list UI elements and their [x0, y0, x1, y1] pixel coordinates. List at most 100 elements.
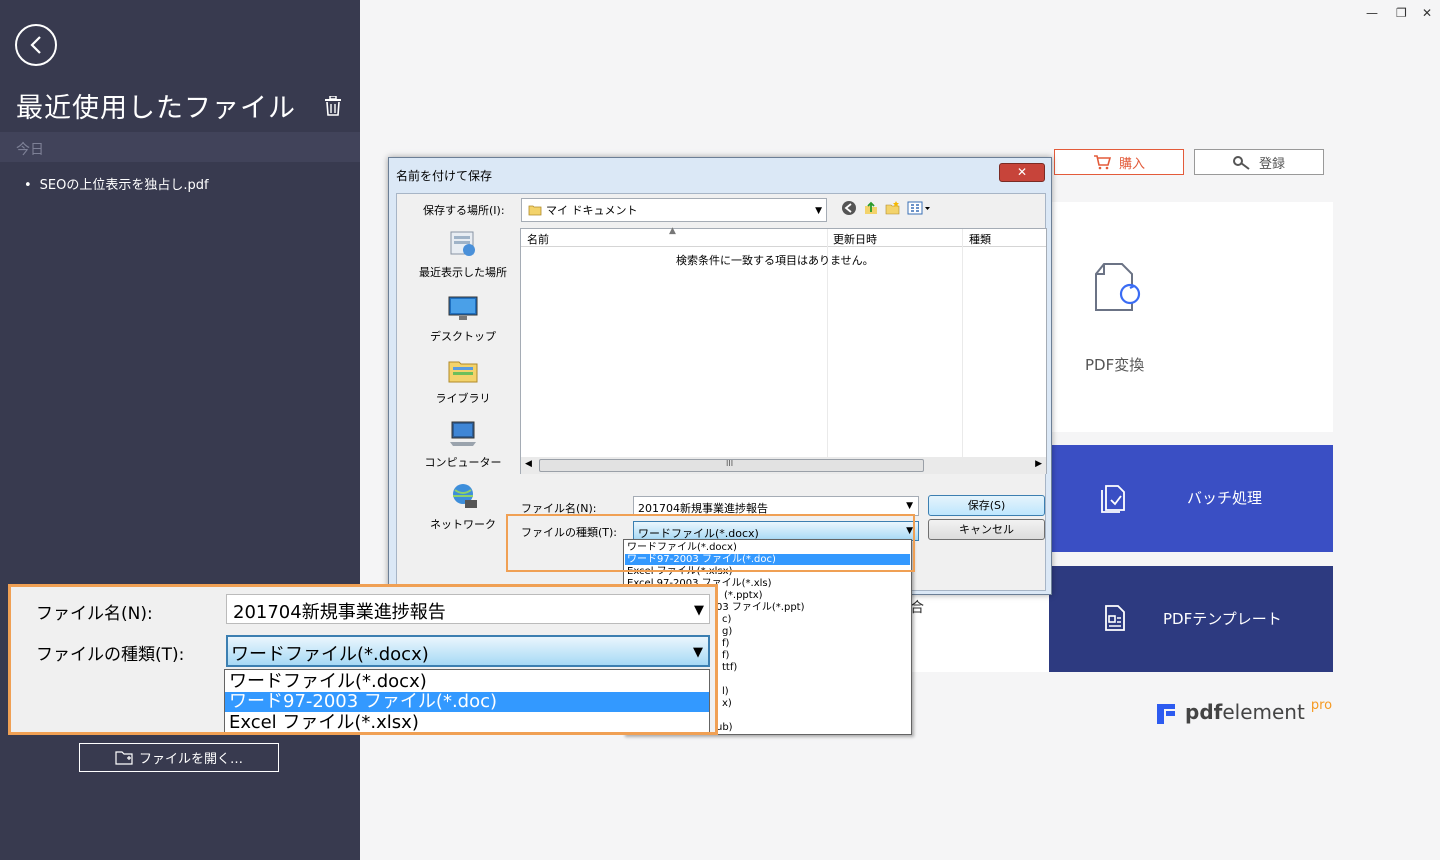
folder-open-icon — [115, 750, 133, 765]
close-icon[interactable]: ✕ — [1422, 6, 1432, 20]
pdf-convert-card[interactable] — [1049, 202, 1333, 432]
chevron-down-icon: ▼ — [815, 206, 822, 216]
place-desktop[interactable]: デスクトップ — [405, 294, 521, 344]
chevron-down-icon[interactable]: ▼ — [694, 603, 704, 618]
chevron-left-icon — [30, 36, 41, 54]
save-location-select[interactable]: マイ ドキュメント ▼ — [521, 198, 827, 222]
convert-icon — [1095, 263, 1141, 311]
empty-message: 検索条件に一致する項目はありません。 — [676, 254, 874, 267]
place-network[interactable]: ネットワーク — [405, 482, 521, 532]
filetype-option[interactable]: (*.pptx) — [724, 590, 763, 601]
zoom-filetype-option-selected[interactable]: ワード97-2003 ファイル(*.doc) — [225, 692, 709, 712]
filetype-option[interactable]: f) — [722, 638, 729, 649]
zoom-filetype-option[interactable]: ワードファイル(*.docx) — [229, 672, 427, 692]
filetype-option[interactable]: x) — [722, 698, 732, 709]
desktop-icon — [448, 296, 478, 320]
save-location-label: 保存する場所(I): — [423, 204, 505, 217]
cart-icon — [1093, 154, 1111, 169]
computer-icon — [450, 421, 476, 446]
section-today-label: 今日 — [16, 142, 44, 158]
login-label: 登録 — [1258, 156, 1285, 172]
place-recent[interactable]: 最近表示した場所 — [405, 230, 521, 280]
filename-input[interactable]: 201704新規事業進捗報告 ▼ — [633, 496, 919, 516]
place-computer-label: コンピューター — [424, 456, 502, 469]
open-file-label: ファイルを開く… — [138, 752, 243, 767]
zoom-filetype-select[interactable]: ワードファイル(*.docx) ▼ — [226, 635, 710, 667]
bullet-icon: • — [24, 178, 32, 193]
zoom-filename-value: 201704新規事業進捗報告 — [233, 602, 446, 623]
up-folder-icon[interactable] — [863, 200, 879, 216]
filetype-option[interactable]: l) — [722, 686, 729, 697]
pdfelement-logo: pdfelement pro — [1157, 698, 1333, 724]
column-name[interactable]: 名前 — [527, 231, 549, 247]
scrollbar-thumb[interactable]: III — [539, 459, 924, 472]
place-recent-label: 最近表示した場所 — [419, 266, 507, 279]
scroll-left-icon[interactable]: ◀ — [525, 459, 532, 469]
scroll-right-icon[interactable]: ▶ — [1035, 459, 1042, 469]
sort-indicator-icon: ▲ — [669, 226, 676, 236]
place-desktop-label: デスクトップ — [430, 330, 496, 343]
zoom-filetype-value: ワードファイル(*.docx) — [231, 644, 429, 665]
file-list-header: 名前 ▲ 更新日時 種類 — [521, 226, 1046, 247]
open-file-button[interactable]: ファイルを開く… — [79, 743, 279, 772]
place-library-label: ライブラリ — [435, 392, 491, 405]
batch-label: バッチ処理 — [1187, 489, 1263, 507]
dialog-close-button[interactable]: ✕ — [999, 163, 1045, 182]
zoom-filetype-label: ファイルの種類(T): — [36, 645, 185, 665]
template-icon — [1105, 605, 1125, 631]
place-network-label: ネットワーク — [430, 518, 496, 531]
buy-button[interactable]: 購入 — [1054, 149, 1184, 175]
dialog-title: 名前を付けて保存 — [396, 169, 493, 183]
column-modified[interactable]: 更新日時 — [833, 231, 877, 247]
zoom-filetype-option[interactable]: Excel ファイル(*.xlsx) — [229, 713, 419, 733]
dialog-toolbar — [841, 200, 931, 216]
key-icon — [1232, 155, 1250, 170]
filetype-option[interactable]: 03 ファイル(*.ppt) — [716, 602, 805, 613]
logo-text: pdfelement — [1185, 700, 1305, 724]
save-location-value: マイ ドキュメント — [546, 204, 638, 217]
place-computer[interactable]: コンピューター — [405, 420, 521, 470]
section-today: 今日 — [0, 132, 360, 162]
zoom-filename-input[interactable]: 201704新規事業進捗報告 ▼ — [226, 594, 710, 624]
save-button[interactable]: 保存(S) — [928, 495, 1045, 516]
folder-icon — [528, 205, 542, 216]
filetype-option[interactable]: c) — [722, 614, 731, 625]
filetype-option[interactable]: ub) — [716, 722, 733, 733]
trash-icon[interactable] — [324, 96, 342, 116]
places-bar: 最近表示した場所 デスクトップ ライブラリ コンピューター ネットワーク — [405, 224, 515, 544]
highlight-box — [506, 514, 915, 572]
sidebar-title: 最近使用したファイル — [16, 93, 296, 124]
new-folder-icon[interactable] — [885, 200, 901, 216]
partial-card-label: 合 — [910, 600, 924, 616]
recent-file-item[interactable]: • SEOの上位表示を独占し.pdf — [24, 174, 209, 193]
login-button[interactable]: 登録 — [1194, 149, 1324, 175]
recent-places-icon — [450, 231, 475, 256]
column-separator — [962, 229, 963, 457]
horizontal-scrollbar[interactable]: ◀ III ▶ — [521, 457, 1046, 474]
pdf-convert-label: PDF変換 — [1085, 356, 1145, 374]
chevron-down-icon[interactable]: ▼ — [906, 501, 913, 511]
logo-pro: pro — [1310, 698, 1333, 713]
back-button[interactable] — [15, 24, 57, 66]
file-list[interactable]: 名前 ▲ 更新日時 種類 検索条件に一致する項目はありません。 ◀ III ▶ — [520, 226, 1047, 474]
cancel-button[interactable]: キャンセル — [928, 519, 1045, 540]
chevron-down-icon[interactable]: ▼ — [693, 645, 703, 660]
filetype-option[interactable]: g) — [722, 626, 732, 637]
recent-file-name: SEOの上位表示を独占し.pdf — [39, 178, 209, 193]
batch-icon — [1101, 485, 1125, 513]
logo-text-bold: pdf — [1185, 700, 1223, 724]
library-icon — [448, 361, 478, 383]
filetype-option[interactable]: ttf) — [722, 662, 737, 673]
back-nav-icon[interactable] — [841, 200, 857, 216]
restore-icon[interactable]: ❐ — [1396, 6, 1407, 20]
minimize-icon[interactable]: — — [1366, 6, 1378, 20]
scroll-grip: III — [726, 459, 734, 468]
filetype-option[interactable]: f) — [722, 650, 729, 661]
place-library[interactable]: ライブラリ — [405, 356, 521, 406]
pdfelement-logo-icon — [1157, 704, 1175, 724]
column-type[interactable]: 種類 — [969, 231, 991, 247]
buy-label: 購入 — [1118, 156, 1145, 172]
view-menu-icon[interactable] — [907, 200, 931, 216]
zoom-filename-label: ファイル名(N): — [36, 604, 153, 624]
network-icon — [453, 484, 477, 508]
